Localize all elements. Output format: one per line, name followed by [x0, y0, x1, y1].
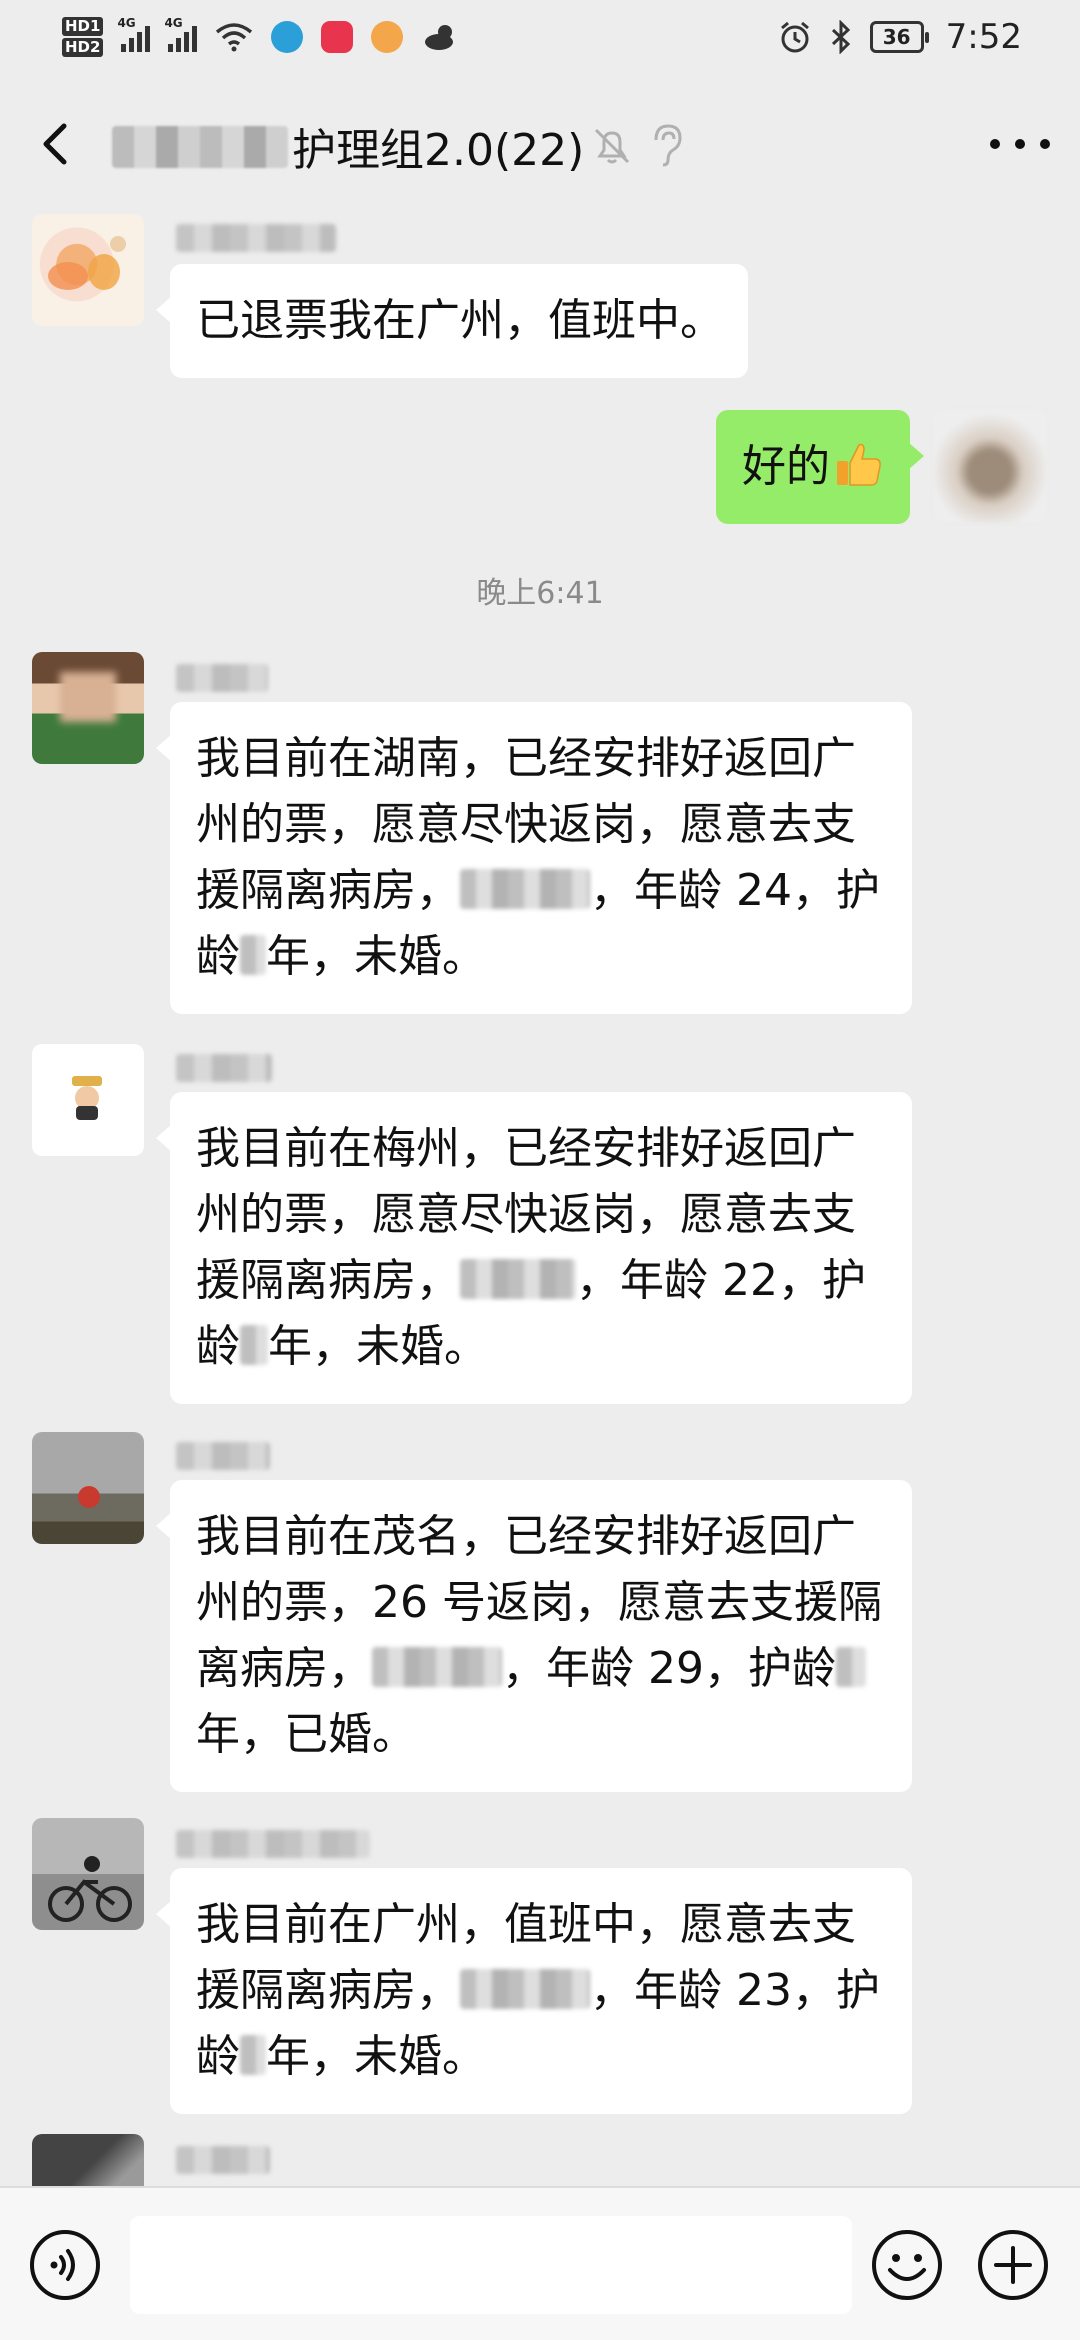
status-bar: HD1 HD2 4G 4G 36 7:52	[0, 0, 1080, 74]
signal-icon: 4G	[164, 16, 198, 52]
input-bar	[0, 2186, 1080, 2340]
message-line-part: ，年龄 29，护龄	[502, 1643, 836, 1694]
ear-icon	[654, 124, 682, 167]
signal-icon: 4G	[117, 16, 151, 52]
sender-name-redacted	[176, 224, 336, 252]
hd1-label: HD	[65, 17, 91, 35]
avatar[interactable]	[32, 214, 144, 326]
message-line: 援隔离病房， ，年龄 23，护	[196, 1958, 888, 2024]
redacted-text	[460, 1969, 590, 2009]
message-line-part: 龄	[196, 931, 240, 982]
avatar[interactable]	[32, 1818, 144, 1930]
emoji-icon[interactable]	[870, 2228, 944, 2302]
weather-icon	[425, 25, 454, 50]
message-bubble-mine[interactable]: 好的	[716, 410, 924, 524]
redacted-text	[240, 935, 266, 975]
message-text: 已退票我在广州，值班中。	[196, 295, 724, 346]
message-bubble[interactable]: 我目前在湖南，已经安排好返回广 州的票，愿意尽快返岗，愿意去支 援隔离病房， ，年…	[156, 702, 912, 1014]
bluetooth-icon	[831, 20, 850, 54]
sender-name-redacted	[176, 1830, 370, 1858]
sender-name-redacted	[176, 664, 268, 692]
message-line: 援隔离病房， ，年龄 24，护	[196, 858, 888, 924]
message-line-part: ，年龄 22，护	[576, 1255, 866, 1306]
message-bubble[interactable]: 已退票我在广州，值班中。	[156, 264, 748, 378]
thumbs-up-icon	[837, 443, 881, 486]
message-list[interactable]: 已退票我在广州，值班中。 好的 晚上6:41 我目前在湖南，已经安排好返回广 州…	[0, 214, 1080, 2186]
avatar[interactable]	[32, 2134, 144, 2186]
redacted-text	[372, 1647, 502, 1687]
group-name-redacted	[112, 126, 288, 168]
clock: 7:52	[945, 17, 1022, 57]
redacted-text	[835, 1647, 866, 1687]
avatar[interactable]	[32, 652, 144, 764]
chat-screen: HD1 HD2 4G 4G 36 7:52 护理组2.0(22) 已退票我在广州…	[0, 0, 1080, 2340]
message-line-part: 龄	[196, 2031, 240, 2082]
redacted-text	[240, 1325, 268, 1365]
message-line: 援隔离病房， ，年龄 22，护	[196, 1248, 888, 1314]
message-line: 我目前在湖南，已经安排好返回广	[196, 733, 856, 784]
app-icon	[321, 21, 354, 53]
message-line-part: ，年龄 24，护	[590, 865, 880, 916]
message-line-part: 离病房，	[196, 1643, 372, 1694]
mute-icon	[594, 128, 630, 164]
battery-icon: 36	[869, 21, 929, 53]
message-line: 龄年，未婚。	[196, 2024, 888, 2090]
hd2-label: HD	[65, 38, 91, 56]
wifi-icon	[216, 23, 253, 52]
page-title[interactable]: 护理组2.0(22)	[292, 114, 584, 178]
message-line: 州的票，愿意尽快返岗，愿意去支	[196, 799, 856, 850]
status-bar-right: 36 7:52	[778, 17, 1022, 57]
alarm-icon	[780, 21, 809, 53]
message-text-content: 好的	[742, 441, 830, 492]
message-line-part: 援隔离病房，	[196, 865, 460, 916]
message-bubble[interactable]: 我目前在茂名，已经安排好返回广 州的票，26 号返岗，愿意去支援隔 离病房， ，年…	[156, 1480, 912, 1792]
avatar[interactable]	[32, 1432, 144, 1544]
hd-indicator: HD1 HD2	[62, 16, 104, 58]
message-line-part: 援隔离病房，	[196, 1965, 460, 2016]
message-bubble[interactable]: 我目前在梅州，已经安排好返回广 州的票，愿意尽快返岗，愿意去支 援隔离病房， ，年…	[156, 1092, 912, 1404]
hd2-sub-label: 2	[90, 38, 101, 56]
message-line: 年，已婚。	[196, 1709, 416, 1760]
app-icon	[271, 21, 304, 53]
more-icon[interactable]	[990, 132, 1050, 156]
sender-name-redacted	[176, 1054, 272, 1082]
message-text: 好的	[742, 434, 886, 500]
message-line: 龄年，未婚。	[196, 1314, 888, 1380]
battery-level: 36	[882, 25, 911, 49]
redacted-text	[460, 869, 590, 909]
timestamp: 晚上6:41	[476, 576, 604, 611]
message-line-part: 援隔离病房，	[196, 1255, 460, 1306]
message-line: 我目前在广州，值班中，愿意去支	[196, 1899, 856, 1950]
status-bar-left: HD1 HD2 4G 4G	[62, 16, 461, 58]
net1-label: 4G	[117, 16, 136, 30]
message-line: 龄年，未婚。	[196, 924, 888, 990]
avatar[interactable]	[32, 1044, 144, 1156]
message-line: 离病房， ，年龄 29，护龄	[196, 1636, 888, 1702]
net2-label: 4G	[164, 16, 183, 30]
voice-icon[interactable]	[28, 2228, 102, 2302]
message-line-part: 龄	[196, 1321, 240, 1372]
message-line: 我目前在茂名，已经安排好返回广	[196, 1511, 856, 1562]
message-line-part: 年，未婚。	[266, 2031, 486, 2082]
message-bubble[interactable]: 我目前在广州，值班中，愿意去支 援隔离病房， ，年龄 23，护 龄年，未婚。	[156, 1868, 912, 2114]
hd1-sub-label: 1	[90, 17, 101, 35]
redacted-text	[460, 1259, 576, 1299]
message-input[interactable]	[130, 2216, 852, 2314]
back-icon[interactable]	[32, 120, 80, 168]
chat-header: 护理组2.0(22)	[0, 74, 1080, 214]
redacted-text	[240, 2035, 266, 2075]
sender-name-redacted	[176, 2146, 270, 2174]
plus-icon[interactable]	[976, 2228, 1050, 2302]
message-line: 州的票，26 号返岗，愿意去支援隔	[196, 1577, 882, 1628]
message-line-part: ，年龄 23，护	[590, 1965, 880, 2016]
message-line: 我目前在梅州，已经安排好返回广	[196, 1123, 856, 1174]
app-icon	[371, 21, 404, 53]
sender-name-redacted	[176, 1442, 270, 1470]
message-line-part: 年，未婚。	[268, 1321, 488, 1372]
message-line-part: 年，未婚。	[266, 931, 486, 982]
message-line: 州的票，愿意尽快返岗，愿意去支	[196, 1189, 856, 1240]
avatar[interactable]	[934, 410, 1046, 522]
